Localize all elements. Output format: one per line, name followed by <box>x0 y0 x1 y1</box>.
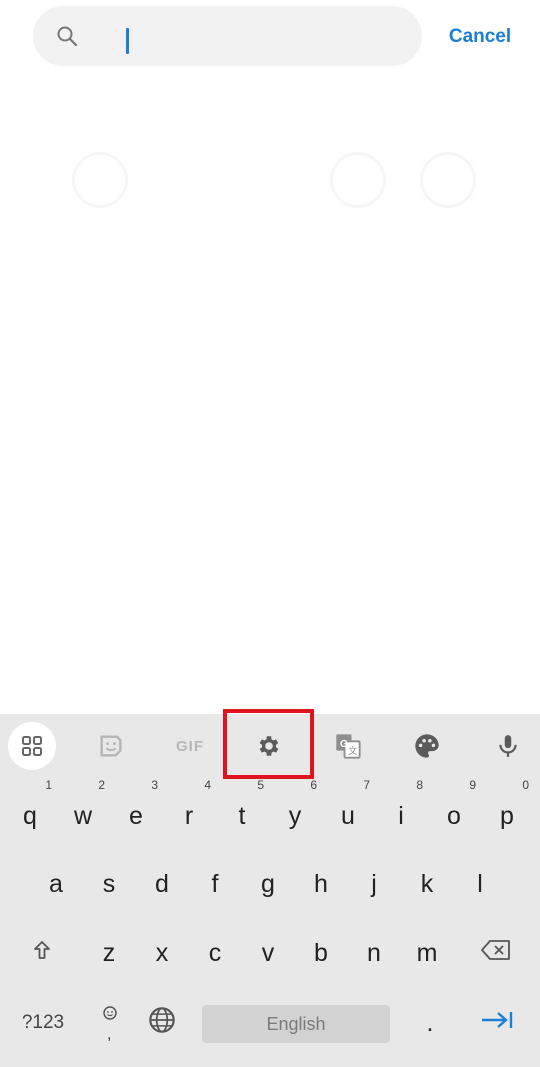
key-hint: 8 <box>416 778 423 792</box>
theme-button[interactable] <box>403 722 451 770</box>
key-hint: 7 <box>363 778 370 792</box>
enter-key[interactable] <box>468 999 526 1047</box>
palette-icon <box>413 732 441 760</box>
backspace-key[interactable] <box>468 929 524 977</box>
key-z[interactable]: z <box>83 929 135 977</box>
arrow-up-icon <box>30 938 54 969</box>
key-w[interactable]: w2 <box>57 778 109 840</box>
grid-icon <box>20 734 44 758</box>
cancel-button[interactable]: Cancel <box>440 22 520 52</box>
highlight-box <box>223 709 314 779</box>
key-k[interactable]: k <box>401 860 453 908</box>
search-input[interactable] <box>93 16 397 58</box>
key-o[interactable]: o9 <box>428 778 480 840</box>
key-v[interactable]: v <box>242 929 294 977</box>
background-item <box>420 152 476 208</box>
svg-text:,: , <box>107 1026 111 1043</box>
key-m[interactable]: m <box>401 929 453 977</box>
key-i[interactable]: i8 <box>375 778 427 840</box>
keyboard: GIF G文 q1 w2 e3 r4 t5 y6 u7 i8 o9 p 0 a … <box>0 709 540 1067</box>
globe-icon <box>148 1006 176 1041</box>
space-bar[interactable]: English <box>202 1005 390 1043</box>
key-hint: 0 <box>522 778 529 792</box>
key-hint: 1 <box>45 778 52 792</box>
key-t[interactable]: t5 <box>216 778 268 840</box>
key-c[interactable]: c <box>189 929 241 977</box>
key-q[interactable]: q1 <box>4 778 56 840</box>
key-r[interactable]: r4 <box>163 778 215 840</box>
key-x[interactable]: x <box>136 929 188 977</box>
svg-text:G: G <box>340 738 348 750</box>
period-key[interactable]: . <box>408 999 452 1047</box>
gif-button[interactable]: GIF <box>166 722 214 770</box>
key-hint: 2 <box>98 778 105 792</box>
key-u[interactable]: u7 <box>322 778 374 840</box>
svg-text:文: 文 <box>348 745 357 756</box>
key-a[interactable]: a <box>30 860 82 908</box>
backspace-icon <box>480 938 512 969</box>
key-hint: 4 <box>204 778 211 792</box>
arrow-right-to-bar-icon <box>480 1008 514 1039</box>
key-j[interactable]: j <box>348 860 400 908</box>
search-bar[interactable] <box>33 6 422 66</box>
key-hint: 6 <box>310 778 317 792</box>
microphone-icon <box>495 733 521 759</box>
apps-button[interactable] <box>8 722 56 770</box>
voice-input-button[interactable] <box>484 722 532 770</box>
search-icon <box>55 24 79 48</box>
shift-key[interactable] <box>16 929 68 977</box>
key-hint: 5 <box>257 778 264 792</box>
symbols-key[interactable]: ?123 <box>8 999 78 1047</box>
keyboard-toolbar: GIF G文 <box>0 709 540 779</box>
key-d[interactable]: d <box>136 860 188 908</box>
translate-button[interactable]: G文 <box>324 722 372 770</box>
key-p[interactable]: p0 <box>481 778 533 840</box>
key-s[interactable]: s <box>83 860 135 908</box>
key-n[interactable]: n <box>348 929 400 977</box>
key-e[interactable]: e3 <box>110 778 162 840</box>
key-f[interactable]: f <box>189 860 241 908</box>
sticker-button[interactable] <box>87 722 135 770</box>
key-b[interactable]: b <box>295 929 347 977</box>
key-hint: 3 <box>151 778 158 792</box>
key-h[interactable]: h <box>295 860 347 908</box>
key-hint: 9 <box>469 778 476 792</box>
sticker-icon <box>97 732 125 760</box>
language-key[interactable] <box>138 999 186 1047</box>
key-l[interactable]: l <box>454 860 506 908</box>
emoji-key[interactable]: , <box>86 999 134 1047</box>
text-cursor <box>126 28 129 54</box>
translate-icon: G文 <box>334 732 362 760</box>
background-item <box>330 152 386 208</box>
background-item <box>72 152 128 208</box>
gif-label: GIF <box>176 737 204 755</box>
key-g[interactable]: g <box>242 860 294 908</box>
key-y[interactable]: y6 <box>269 778 321 840</box>
emoji-icon: , <box>95 1003 125 1043</box>
